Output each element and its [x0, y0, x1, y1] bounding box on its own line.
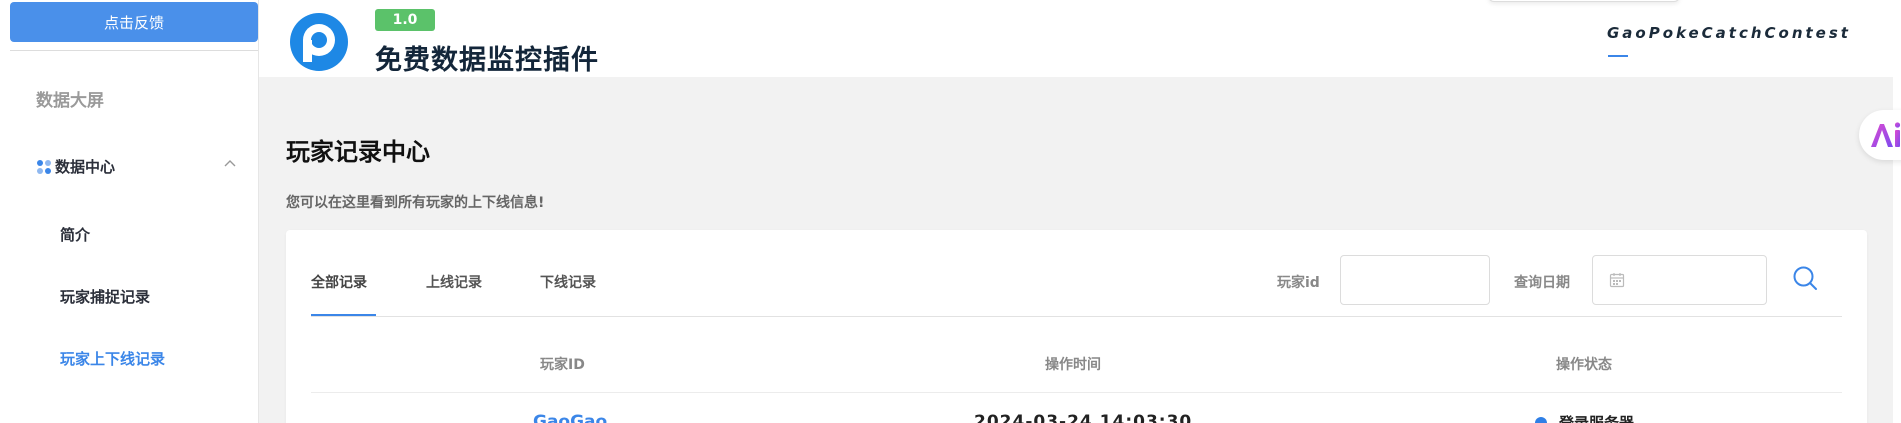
- table-cell-player-id[interactable]: GaoGao: [533, 412, 607, 423]
- feedback-button[interactable]: 点击反馈: [10, 2, 258, 42]
- sidebar-item-data-center[interactable]: 数据中心: [36, 156, 236, 177]
- tab-offline-records[interactable]: 下线记录: [540, 272, 596, 292]
- tabs-divider: [311, 316, 1842, 317]
- sidebar: 点击反馈 数据大屏 数据中心 简介 玩家捕捉记录 玩家上下线记录: [0, 0, 259, 423]
- column-header-operation-time: 操作时间: [1045, 357, 1101, 373]
- sidebar-item-dashboard[interactable]: 数据大屏: [36, 86, 104, 111]
- calendar-icon: [1609, 273, 1625, 288]
- sidebar-item-catch-records[interactable]: 玩家捕捉记录: [60, 286, 150, 307]
- header: 1.0 免费数据监控插件 GaoPokeCatchContest: [259, 0, 1901, 77]
- player-id-label: 玩家id: [1277, 275, 1320, 291]
- ai-assistant-button[interactable]: [1859, 110, 1901, 160]
- chevron-up-icon[interactable]: [224, 156, 236, 170]
- tab-online-records[interactable]: 上线记录: [426, 272, 482, 292]
- table-cell-time: 2024-03-24 14:03:30: [974, 412, 1193, 423]
- grid-icon: [36, 159, 52, 175]
- tab-all-records[interactable]: 全部记录: [311, 272, 367, 292]
- logo-p-icon: [289, 12, 349, 72]
- status-dot: [1535, 416, 1547, 423]
- contest-underline: [1608, 55, 1628, 57]
- search-button[interactable]: [1791, 264, 1819, 292]
- ai-assistant-icon: [1871, 122, 1901, 147]
- table-cell-status: 登录服务器: [1535, 412, 1634, 423]
- query-date-label: 查询日期: [1514, 275, 1570, 291]
- sidebar-item-intro[interactable]: 简介: [60, 224, 90, 245]
- sidebar-item-data-center-label: 数据中心: [55, 158, 116, 176]
- table-header-divider: [311, 392, 1842, 393]
- player-id-input[interactable]: [1340, 255, 1490, 305]
- dropdown-edge: [1488, 0, 1680, 2]
- contest-name[interactable]: GaoPokeCatchContest: [1607, 24, 1851, 42]
- column-header-player-id: 玩家ID: [540, 357, 585, 373]
- page-title: 玩家记录中心: [286, 138, 430, 166]
- records-card: 全部记录 上线记录 下线记录 玩家id 查询日期 玩家ID 操作时间 操作状态 …: [286, 230, 1867, 423]
- version-badge: 1.0: [375, 9, 435, 31]
- app-title: 免费数据监控插件: [375, 45, 599, 76]
- query-date-picker[interactable]: [1592, 255, 1767, 305]
- sidebar-divider: [10, 50, 258, 51]
- page-subtitle: 您可以在这里看到所有玩家的上下线信息!: [286, 195, 545, 211]
- status-text: 登录服务器: [1559, 414, 1635, 423]
- column-header-operation-status: 操作状态: [1556, 357, 1612, 373]
- search-icon: [1793, 266, 1817, 290]
- sidebar-item-online-records[interactable]: 玩家上下线记录: [60, 348, 165, 369]
